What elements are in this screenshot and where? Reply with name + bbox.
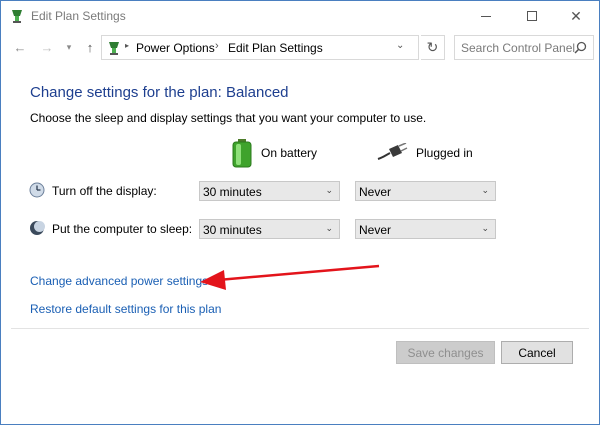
search-box[interactable]: Search Control Panel — [454, 35, 594, 60]
footer-divider — [11, 328, 589, 329]
annotation-arrow — [200, 264, 380, 290]
plugged-in-label: Plugged in — [416, 146, 473, 160]
forward-button[interactable]: → — [38, 37, 56, 57]
power-options-icon — [109, 42, 119, 55]
minimize-icon — [481, 15, 491, 17]
refresh-icon: ↻ — [426, 39, 439, 55]
title-bar: Edit Plan Settings ✕ — [1, 1, 599, 31]
breadcrumb-power-options[interactable]: Power Options — [136, 41, 215, 55]
up-button[interactable]: ↑ — [81, 37, 99, 57]
chevron-down-icon: ▾ — [66, 41, 72, 52]
back-button[interactable]: ← — [11, 37, 29, 57]
maximize-button[interactable] — [509, 1, 555, 31]
page-description: Choose the sleep and display settings th… — [30, 111, 427, 125]
restore-defaults-link[interactable]: Restore default settings for this plan — [30, 302, 221, 316]
chevron-down-icon: ⌄ — [325, 223, 333, 233]
display-battery-value: 30 minutes — [203, 185, 262, 199]
address-bar[interactable]: ▸ Power Options › Edit Plan Settings ⌄ — [101, 35, 419, 60]
edit-plan-settings-window: Edit Plan Settings ✕ ← → ▾ ↑ ▸ Power Opt… — [0, 0, 600, 425]
plugged-in-column-header: Plugged in — [376, 138, 473, 168]
sleep-moon-icon — [30, 221, 45, 235]
page-title: Change settings for the plan: Balanced — [30, 84, 289, 101]
sleep-plugged-select[interactable]: Never ⌄ — [355, 219, 496, 239]
breadcrumb-edit-plan-settings[interactable]: Edit Plan Settings — [228, 41, 323, 55]
chevron-right-icon[interactable]: › — [215, 40, 219, 52]
cancel-button[interactable]: Cancel — [501, 341, 573, 364]
arrow-right-icon: → — [40, 39, 54, 55]
on-battery-label: On battery — [261, 146, 318, 160]
display-plugged-value: Never — [359, 185, 392, 199]
search-icon — [574, 41, 587, 54]
sleep-battery-select[interactable]: 30 minutes ⌄ — [199, 219, 340, 239]
search-input[interactable]: Search Control Panel — [461, 41, 575, 55]
chevron-right-icon: ▸ — [125, 41, 130, 50]
maximize-icon — [527, 11, 537, 21]
sleep-battery-value: 30 minutes — [203, 223, 262, 237]
display-plugged-select[interactable]: Never ⌄ — [355, 181, 496, 201]
save-changes-button[interactable]: Save changes — [396, 341, 495, 364]
on-battery-column-header: On battery — [231, 138, 317, 168]
arrow-left-icon: ← — [13, 39, 27, 55]
arrow-up-icon: ↑ — [86, 39, 94, 55]
navigation-bar: ← → ▾ ↑ ▸ Power Options › Edit Plan Sett… — [1, 31, 599, 63]
sleep-plugged-value: Never — [359, 223, 392, 237]
turn-off-display-label: Turn off the display: — [52, 184, 157, 198]
recent-locations-button[interactable]: ▾ — [63, 37, 75, 57]
close-button[interactable]: ✕ — [553, 1, 599, 31]
battery-icon — [232, 139, 252, 168]
chevron-down-icon[interactable]: ⌄ — [396, 40, 404, 51]
chevron-down-icon: ⌄ — [481, 185, 489, 195]
window-title: Edit Plan Settings — [31, 9, 126, 23]
chevron-down-icon: ⌄ — [325, 185, 333, 195]
chevron-down-icon: ⌄ — [481, 223, 489, 233]
sleep-label: Put the computer to sleep: — [52, 222, 193, 236]
power-plug-icon — [377, 143, 408, 160]
power-options-icon — [12, 10, 22, 23]
display-battery-select[interactable]: 30 minutes ⌄ — [199, 181, 340, 201]
display-icon — [29, 182, 45, 198]
minimize-button[interactable] — [463, 1, 509, 31]
advanced-power-settings-link[interactable]: Change advanced power settings — [30, 274, 208, 288]
refresh-button[interactable]: ↻ — [421, 35, 445, 60]
close-icon: ✕ — [570, 7, 582, 24]
